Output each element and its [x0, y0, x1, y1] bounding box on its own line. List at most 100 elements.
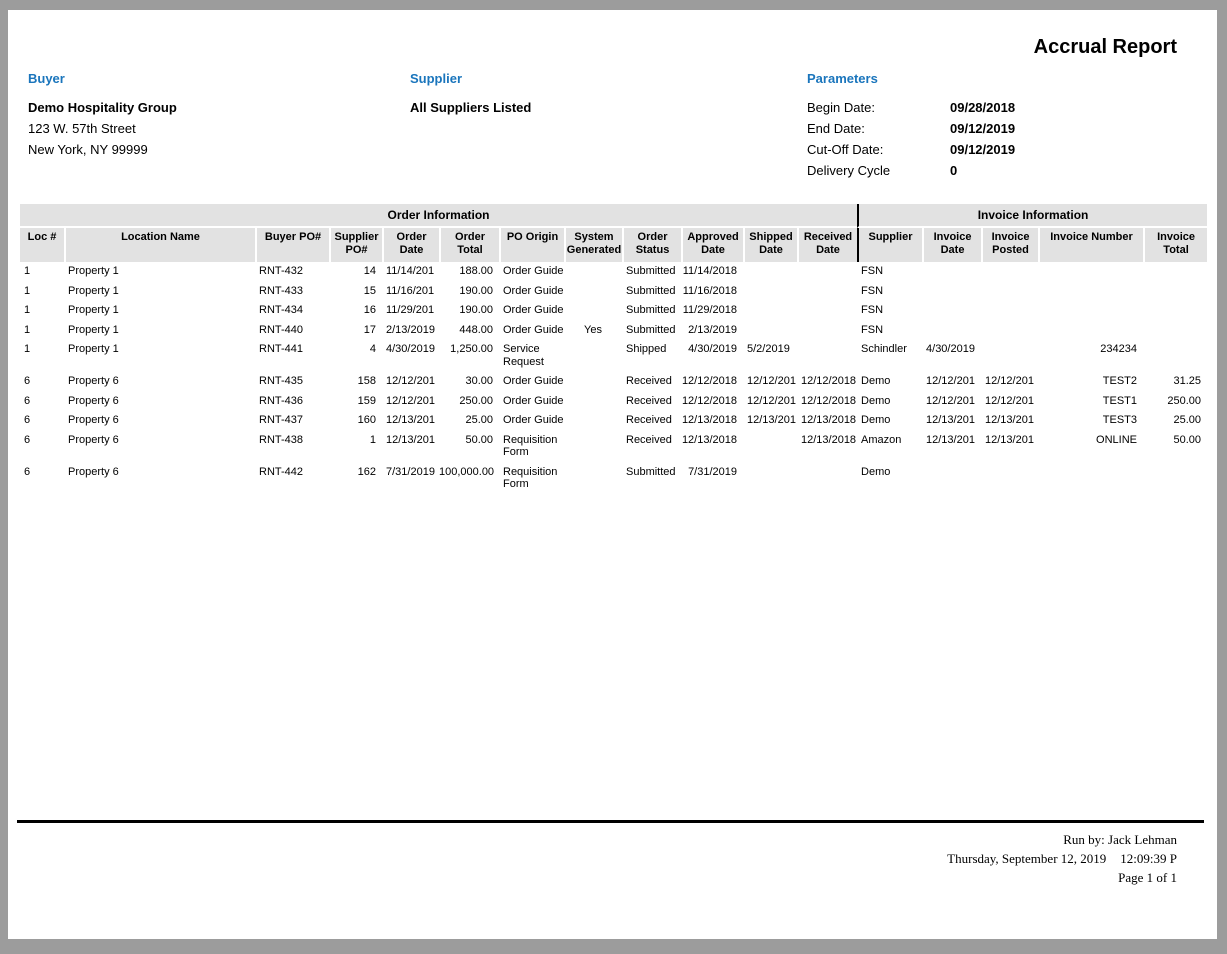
cell-loc: 1: [20, 301, 64, 321]
cell-approved-date: 11/29/2018: [681, 301, 743, 321]
parameter-row: End Date: 09/12/2019: [807, 118, 1015, 139]
cell-po-origin: Requisition Form: [499, 431, 564, 463]
cell-received-date: [797, 340, 857, 372]
column-header-invoice-date: Invoice Date: [922, 228, 981, 262]
cell-received-date: 12/13/2018: [797, 411, 857, 431]
column-header-supplier-po: Supplier PO#: [329, 228, 382, 262]
cell-order-status: Submitted: [622, 321, 681, 341]
cell-received-date: 12/13/2018: [797, 431, 857, 463]
column-header-location-name: Location Name: [64, 228, 255, 262]
cell-invoice-number: TEST1: [1038, 392, 1143, 412]
table-row: 1Property 1RNT-4341611/29/201190.00Order…: [20, 301, 1207, 321]
cell-system-generated: [564, 340, 622, 372]
cell-invoice-number: [1038, 262, 1143, 282]
cell-approved-date: 11/16/2018: [681, 282, 743, 302]
report-page: Accrual Report Buyer Demo Hospitality Gr…: [8, 10, 1217, 939]
cell-location-name: Property 1: [64, 321, 255, 341]
cell-buyer-po: RNT-438: [255, 431, 329, 463]
cell-shipped-date: 12/13/201: [743, 411, 797, 431]
cell-po-origin: Order Guide: [499, 392, 564, 412]
page-title: Accrual Report: [1034, 36, 1177, 59]
cell-approved-date: 12/13/2018: [681, 431, 743, 463]
cell-invoice-number: TEST2: [1038, 372, 1143, 392]
cell-loc: 1: [20, 282, 64, 302]
cell-invoice-posted: 12/12/201: [981, 372, 1038, 392]
cell-received-date: [797, 463, 857, 495]
cell-shipped-date: [743, 463, 797, 495]
cell-received-date: [797, 262, 857, 282]
param-delivery-cycle-value: 0: [950, 160, 957, 181]
report-viewer: { "report": { "title": "Accrual Report",…: [0, 0, 1227, 954]
cell-system-generated: Yes: [564, 321, 622, 341]
cell-invoice-total: 250.00: [1143, 392, 1207, 412]
buyer-address-line1: 123 W. 57th Street: [28, 118, 177, 139]
cell-received-date: 12/12/2018: [797, 372, 857, 392]
cell-invoice-total: [1143, 340, 1207, 372]
cell-order-date: 11/16/201: [382, 282, 439, 302]
cell-loc: 6: [20, 463, 64, 495]
cell-invoice-date: [922, 282, 981, 302]
cell-buyer-po: RNT-436: [255, 392, 329, 412]
accrual-table: Order Information Invoice Information Lo…: [20, 204, 1207, 495]
footer-date: Thursday, September 12, 2019: [947, 851, 1106, 866]
cell-order-date: 12/12/201: [382, 372, 439, 392]
cell-shipped-date: [743, 321, 797, 341]
cell-loc: 6: [20, 372, 64, 392]
cell-invoice-posted: 12/13/201: [981, 411, 1038, 431]
column-header-order-date: Order Date: [382, 228, 439, 262]
cell-po-origin: Order Guide: [499, 282, 564, 302]
cell-location-name: Property 6: [64, 372, 255, 392]
cell-invoice-posted: [981, 301, 1038, 321]
cell-order-date: 11/14/201: [382, 262, 439, 282]
cell-loc: 1: [20, 262, 64, 282]
cell-location-name: Property 1: [64, 262, 255, 282]
cell-order-total: 250.00: [439, 392, 499, 412]
cell-po-origin: Order Guide: [499, 262, 564, 282]
column-header-loc: Loc #: [20, 228, 64, 262]
cell-order-date: 7/31/2019: [382, 463, 439, 495]
table-row: 1Property 1RNT-4321411/14/201188.00Order…: [20, 262, 1207, 282]
cell-order-date: 11/29/201: [382, 301, 439, 321]
table-row: 6Property 6RNT-43515812/12/20130.00Order…: [20, 372, 1207, 392]
cell-supplier-po: 158: [329, 372, 382, 392]
cell-invoice-number: 234234: [1038, 340, 1143, 372]
cell-received-date: [797, 282, 857, 302]
cell-approved-date: 12/12/2018: [681, 372, 743, 392]
cell-order-status: Received: [622, 411, 681, 431]
param-begin-date-value: 09/28/2018: [950, 97, 1015, 118]
footer-time: 12:09:39 P: [1120, 851, 1177, 866]
parameter-row: Begin Date: 09/28/2018: [807, 97, 1015, 118]
cell-invoice-total: 25.00: [1143, 411, 1207, 431]
cell-supplier-po: 1: [329, 431, 382, 463]
cell-invoice-posted: [981, 321, 1038, 341]
cell-po-origin: Order Guide: [499, 372, 564, 392]
table-row: 6Property 6RNT-438112/13/20150.00Requisi…: [20, 431, 1207, 463]
cell-invoice-number: [1038, 463, 1143, 495]
cell-order-status: Submitted: [622, 463, 681, 495]
column-header-received-date: Received Date: [797, 228, 857, 262]
footer-page-number: Page 1 of 1: [947, 868, 1177, 887]
cell-system-generated: [564, 431, 622, 463]
cell-invoice-date: 4/30/2019: [922, 340, 981, 372]
param-cutoff-date-label: Cut-Off Date:: [807, 139, 950, 160]
footer-datetime: Thursday, September 12, 2019 12:09:39 P: [947, 849, 1177, 868]
cell-loc: 6: [20, 392, 64, 412]
column-header-order-status: Order Status: [622, 228, 681, 262]
parameters-section: Parameters Begin Date: 09/28/2018 End Da…: [807, 71, 1015, 181]
footer-run-by: Run by: Jack Lehman: [947, 830, 1177, 849]
supplier-heading: Supplier: [410, 71, 531, 86]
column-header-invoice-total: Invoice Total: [1143, 228, 1207, 262]
cell-supplier: Schindler: [857, 340, 922, 372]
cell-invoice-date: 12/13/201: [922, 411, 981, 431]
table-row: 6Property 6RNT-43615912/12/201250.00Orde…: [20, 392, 1207, 412]
cell-supplier-po: 16: [329, 301, 382, 321]
cell-supplier: Demo: [857, 392, 922, 412]
cell-buyer-po: RNT-432: [255, 262, 329, 282]
cell-invoice-total: [1143, 301, 1207, 321]
table-group-header-row: Order Information Invoice Information: [20, 204, 1207, 228]
cell-invoice-date: [922, 262, 981, 282]
cell-order-date: 12/13/201: [382, 411, 439, 431]
table-row: 1Property 1RNT-44144/30/20191,250.00Serv…: [20, 340, 1207, 372]
cell-shipped-date: 12/12/201: [743, 392, 797, 412]
param-end-date-label: End Date:: [807, 118, 950, 139]
